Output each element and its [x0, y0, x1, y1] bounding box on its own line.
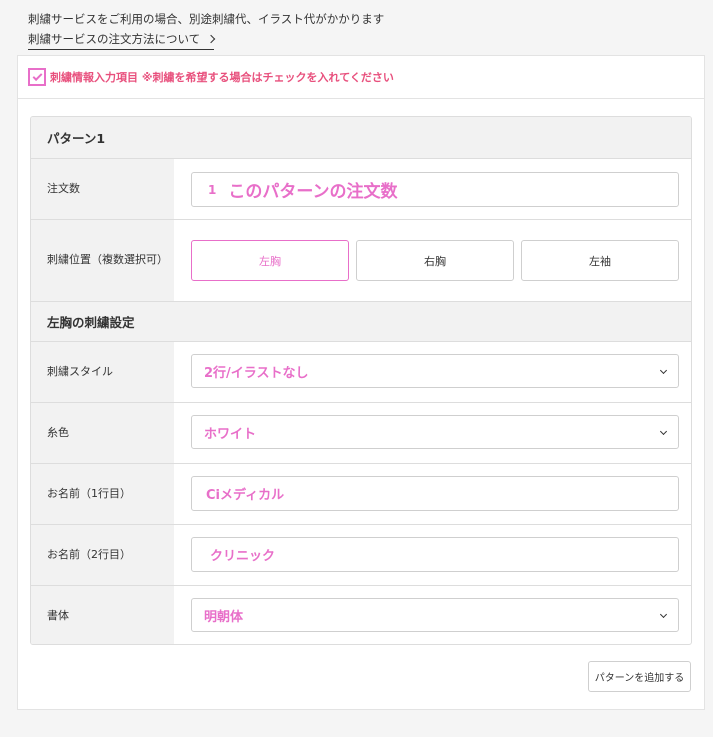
embroidery-fee-note: 刺繍サービスをご利用の場合、別途刺繍代、イラスト代がかかります: [28, 12, 385, 26]
style-row: 刺繍スタイル 2行/イラストなし: [31, 342, 691, 403]
quantity-input[interactable]: 1 このパターンの注文数: [191, 172, 679, 207]
embroidery-panel: 刺繍情報入力項目 ※刺繍を希望する場合はチェックを入れてください パターン1 注…: [17, 55, 705, 710]
style-select-value: 2行/イラストなし: [204, 365, 309, 381]
embroidery-checkbox[interactable]: [28, 68, 46, 86]
font-select[interactable]: 明朝体: [191, 598, 679, 632]
name-line1-input[interactable]: Ciメディカル: [191, 476, 679, 511]
name-line2-row: お名前（2行目） クリニック: [31, 525, 691, 586]
position-right-chest-button[interactable]: 右胸: [356, 240, 514, 281]
thread-color-row: 糸色 ホワイト: [31, 403, 691, 464]
quantity-placeholder: このパターンの注文数: [228, 182, 398, 202]
name-line2-input[interactable]: クリニック: [191, 537, 679, 572]
name-line1-row: お名前（1行目） Ciメディカル: [31, 464, 691, 525]
name-line2-label: お名前（2行目）: [31, 525, 174, 585]
font-row: 書体 明朝体: [31, 586, 691, 644]
chevron-down-icon: [659, 427, 668, 436]
thread-color-label: 糸色: [31, 403, 174, 463]
thread-color-select[interactable]: ホワイト: [191, 415, 679, 449]
embroidery-checkbox-label: 刺繍情報入力項目 ※刺繍を希望する場合はチェックを入れてください: [50, 71, 394, 84]
chevron-down-icon: [659, 366, 668, 375]
quantity-number: 1: [208, 182, 217, 197]
chevron-right-icon: [206, 34, 216, 44]
name-line1-label: お名前（1行目）: [31, 464, 174, 524]
order-method-link-label: 刺繍サービスの注文方法について: [28, 32, 201, 46]
embroidery-checkbox-row: 刺繍情報入力項目 ※刺繍を希望する場合はチェックを入れてください: [18, 56, 704, 99]
checkmark-icon: [32, 70, 42, 81]
font-select-value: 明朝体: [204, 609, 244, 625]
add-pattern-button[interactable]: パターンを追加する: [588, 661, 691, 692]
settings-title: 左胸の刺繍設定: [31, 302, 691, 342]
font-label: 書体: [31, 586, 174, 644]
thread-color-select-value: ホワイト: [204, 426, 257, 442]
position-label: 刺繍位置（複数選択可）: [31, 220, 174, 301]
position-left-sleeve-button[interactable]: 左袖: [521, 240, 679, 281]
style-label: 刺繍スタイル: [31, 342, 174, 402]
position-row: 刺繍位置（複数選択可） 左胸 右胸 左袖: [31, 220, 691, 302]
quantity-label: 注文数: [31, 159, 174, 219]
order-method-link[interactable]: 刺繍サービスの注文方法について: [28, 31, 216, 50]
style-select[interactable]: 2行/イラストなし: [191, 354, 679, 388]
pattern-form: パターン1 注文数 1 このパターンの注文数 刺繍位置（複数選択可） 左胸 右胸…: [30, 116, 692, 645]
quantity-row: 注文数 1 このパターンの注文数: [31, 159, 691, 220]
pattern-title: パターン1: [31, 117, 691, 159]
position-left-chest-button[interactable]: 左胸: [191, 240, 349, 281]
chevron-down-icon: [659, 610, 668, 619]
